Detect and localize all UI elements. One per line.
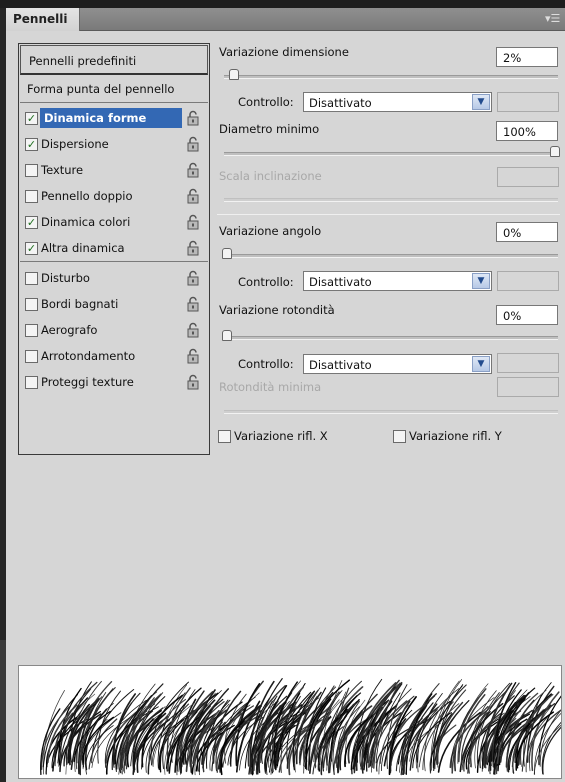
brush-option-item[interactable]: ✓ Dispersione [20,132,208,158]
brush-stroke-image [40,678,565,776]
min-roundness-label: Rotondità minima [219,380,322,394]
option-checkbox[interactable]: ✓ [25,242,38,255]
tilt-scale-label: Scala inclinazione [219,169,322,183]
flip-x-checkbox[interactable] [218,430,231,443]
brush-option-item[interactable]: Texture [20,158,208,184]
panel-tabbar: Pennelli ▾☰ [6,8,565,31]
dock-edge [0,640,6,740]
control2-value: Disattivato [309,275,372,289]
option-checkbox[interactable] [25,298,38,311]
lock-icon[interactable] [186,188,200,204]
flip-y-checkbox[interactable] [393,430,406,443]
control1-value: Disattivato [309,96,372,110]
min-diameter-slider-thumb[interactable] [550,146,560,157]
lock-icon[interactable] [186,214,200,230]
roundness-jitter-slider[interactable] [224,336,558,340]
angle-jitter-field[interactable]: 0% [496,222,558,242]
option-checkbox[interactable] [25,272,38,285]
size-jitter-label: Variazione dimensione [219,45,349,59]
roundness-jitter-slider-thumb[interactable] [222,330,232,341]
angle-jitter-slider[interactable] [224,254,558,258]
brush-option-item[interactable]: Disturbo [20,266,208,292]
control3-extra-field [497,353,559,373]
control3-label: Controllo: [238,357,294,371]
option-label: Texture [41,163,84,177]
brush-option-item[interactable]: ✓ Dinamica forme [20,106,208,132]
window-top-border [0,0,565,8]
min-diameter-field[interactable]: 100% [496,121,558,141]
lock-icon[interactable] [186,162,200,178]
option-checkbox[interactable] [25,190,38,203]
roundness-jitter-field[interactable]: 0% [496,305,558,325]
brush-option-item[interactable]: Arrotondamento [20,344,208,370]
control1-extra-field [497,92,559,112]
option-label: Disturbo [41,271,90,285]
control3-dropdown[interactable]: Disattivato ▼ [303,354,492,374]
chevron-down-icon[interactable]: ▼ [472,356,490,372]
size-jitter-field[interactable]: 2% [496,47,558,67]
brush-option-item[interactable]: Bordi bagnati [20,292,208,318]
control2-extra-field [497,271,559,291]
list-divider [20,261,208,262]
flip-y-label: Variazione rifl. Y [409,429,502,443]
option-label: Arrotondamento [41,349,136,363]
control1-label: Controllo: [238,95,294,109]
min-roundness-field [497,377,559,397]
option-label: Altra dinamica [41,241,125,255]
angle-jitter-label: Variazione angolo [219,224,322,238]
option-label: Dinamica colori [41,215,131,229]
brush-option-item[interactable]: Aerografo [20,318,208,344]
lock-icon[interactable] [186,240,200,256]
min-roundness-slider [224,410,558,414]
brush-options-list: Pennelli predefiniti Forma punta del pen… [18,43,210,455]
lock-icon[interactable] [186,374,200,390]
lock-icon[interactable] [186,348,200,364]
option-checkbox[interactable]: ✓ [25,216,38,229]
option-label: Pennello doppio [41,189,133,203]
min-diameter-label: Diametro minimo [219,122,320,136]
list-divider [20,102,208,103]
brush-option-item[interactable]: Pennello doppio [20,184,208,210]
roundness-jitter-label: Variazione rotondità [219,303,335,317]
brush-presets-button[interactable]: Pennelli predefiniti [20,45,208,75]
option-label: Proteggi texture [41,375,134,389]
lock-icon[interactable] [186,110,200,126]
brush-panel: Pennelli predefiniti Forma punta del pen… [6,31,565,782]
control1-dropdown[interactable]: Disattivato ▼ [303,92,492,112]
section-divider [217,214,560,215]
option-checkbox[interactable] [25,324,38,337]
option-label: Bordi bagnati [41,297,119,311]
option-checkbox[interactable] [25,350,38,363]
option-checkbox[interactable]: ✓ [25,112,38,125]
option-label: Dispersione [41,137,109,151]
option-label: Aerografo [41,323,98,337]
brush-option-item[interactable]: ✓ Dinamica colori [20,210,208,236]
panel-menu-icon[interactable]: ▾☰ [545,13,560,25]
option-label: Dinamica forme [44,111,147,125]
brush-option-item[interactable]: ✓ Altra dinamica [20,236,208,262]
size-jitter-slider[interactable] [224,75,558,79]
angle-jitter-slider-thumb[interactable] [222,248,232,259]
lock-icon[interactable] [186,270,200,286]
tab-pennelli[interactable]: Pennelli [6,8,80,31]
tilt-scale-slider [224,198,558,202]
lock-icon[interactable] [186,296,200,312]
brush-option-item[interactable]: Proteggi texture [20,370,208,396]
min-diameter-slider[interactable] [224,152,558,156]
option-checkbox[interactable]: ✓ [25,138,38,151]
option-checkbox[interactable] [25,164,38,177]
option-checkbox[interactable] [25,376,38,389]
control2-dropdown[interactable]: Disattivato ▼ [303,271,492,291]
tilt-scale-field [497,167,559,187]
control3-value: Disattivato [309,358,372,372]
size-jitter-slider-thumb[interactable] [228,69,239,80]
lock-icon[interactable] [186,136,200,152]
brush-tip-shape-item[interactable]: Forma punta del pennello [27,82,174,96]
control2-label: Controllo: [238,275,294,289]
flip-x-label: Variazione rifl. X [234,429,328,443]
lock-icon[interactable] [186,322,200,338]
brush-stroke-preview [18,665,565,779]
chevron-down-icon[interactable]: ▼ [472,94,490,110]
chevron-down-icon[interactable]: ▼ [472,273,490,289]
